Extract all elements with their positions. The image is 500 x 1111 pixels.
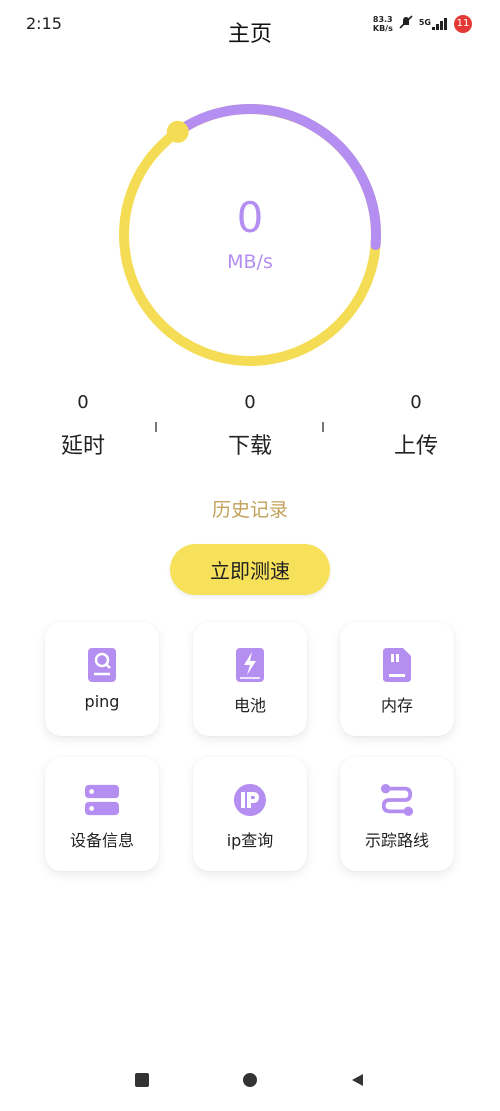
tool-label-traceroute: 示踪路线 bbox=[364, 831, 429, 850]
notification-badge: 11 bbox=[454, 14, 472, 33]
tool-label-ping: ping bbox=[84, 692, 120, 711]
download-label: 下载 bbox=[227, 434, 272, 459]
battery-icon bbox=[233, 648, 267, 682]
status-icons: 83.3 KB/s 5G 11 bbox=[373, 14, 472, 33]
stats-row: 0 延时 0 下载 0 上传 bbox=[0, 388, 500, 468]
route-icon bbox=[380, 783, 414, 817]
recent-apps-button[interactable] bbox=[132, 1070, 152, 1090]
start-test-button[interactable]: 立即测速 bbox=[170, 544, 330, 595]
latency-value: 0 bbox=[77, 392, 89, 413]
tool-label-battery: 电池 bbox=[233, 696, 266, 715]
speed-value: 0 bbox=[236, 193, 264, 242]
home-button[interactable] bbox=[240, 1070, 260, 1090]
tool-card-ip-lookup[interactable]: ip查询 bbox=[193, 757, 307, 871]
stat-upload: 0 上传 bbox=[356, 388, 476, 460]
tool-card-battery[interactable]: 电池 bbox=[193, 622, 307, 736]
ping-search-icon bbox=[85, 648, 119, 682]
server-icon bbox=[85, 783, 119, 817]
latency-label: 延时 bbox=[60, 434, 105, 459]
net-speed: 83.3 KB/s bbox=[373, 15, 393, 33]
speed-gauge: 0 MB/s bbox=[110, 95, 390, 375]
tool-label-device-info: 设备信息 bbox=[69, 831, 134, 850]
net-speed-value: 83.3 bbox=[372, 14, 393, 24]
signal-icon: 5G bbox=[418, 17, 448, 30]
status-bar: 2:15 主页 83.3 KB/s 5G 11 bbox=[0, 0, 500, 50]
download-value: 0 bbox=[244, 392, 256, 413]
mute-icon bbox=[399, 14, 413, 33]
tool-card-device-info[interactable]: 设备信息 bbox=[45, 757, 159, 871]
network-type: 5G bbox=[418, 17, 431, 27]
stat-download: 0 下载 bbox=[190, 388, 310, 460]
history-link[interactable]: 历史记录 bbox=[0, 495, 500, 522]
tool-card-ping[interactable]: ping bbox=[45, 622, 159, 736]
ip-icon bbox=[233, 783, 267, 817]
stat-divider bbox=[322, 422, 324, 432]
tool-card-traceroute[interactable]: 示踪路线 bbox=[340, 757, 454, 871]
speed-unit: MB/s bbox=[227, 251, 273, 273]
sd-card-icon bbox=[380, 648, 414, 682]
tool-card-storage[interactable]: 内存 bbox=[340, 622, 454, 736]
stat-divider bbox=[155, 422, 157, 432]
system-nav-bar bbox=[0, 1060, 500, 1100]
net-speed-unit: KB/s bbox=[372, 23, 393, 33]
upload-value: 0 bbox=[410, 392, 422, 413]
back-button[interactable] bbox=[347, 1070, 367, 1090]
upload-label: 上传 bbox=[393, 434, 438, 459]
stat-latency: 0 延时 bbox=[23, 388, 143, 460]
tool-label-storage: 内存 bbox=[380, 696, 413, 715]
tool-label-ip-lookup: ip查询 bbox=[226, 831, 274, 850]
gauge-knob bbox=[166, 120, 189, 143]
